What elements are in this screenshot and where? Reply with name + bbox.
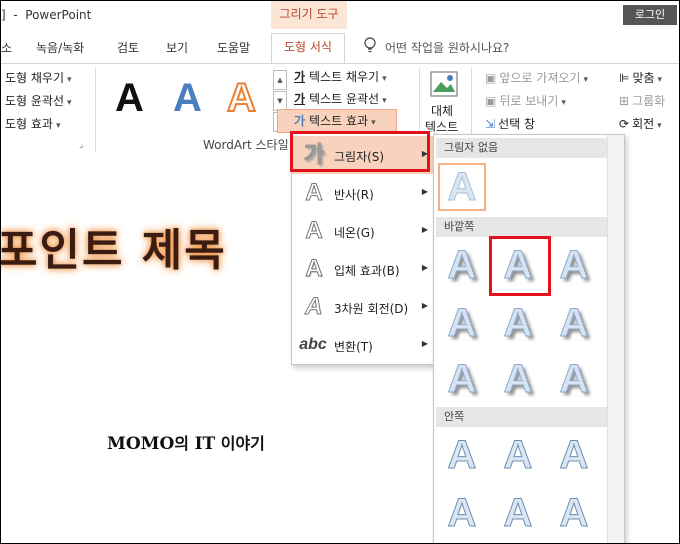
gallery-scroll-down[interactable]: ▼ [273, 91, 287, 111]
shape-effects-button[interactable]: 도형 효과 ▾ [5, 115, 61, 132]
shadow-outer-option[interactable]: A [496, 301, 540, 346]
3d-rotation-icon: A [303, 293, 326, 321]
menu-item-transform[interactable]: abc 변환(T) ▶ [292, 326, 434, 364]
rotate-button[interactable]: ⟳ 회전 ▾ [619, 115, 662, 132]
submenu-arrow-icon: ▶ [421, 187, 428, 196]
group-divider [95, 68, 96, 152]
annotation-highlight-outer-shadow [489, 236, 551, 296]
align-icon: ⊫ [619, 71, 630, 85]
menu-item-bevel[interactable]: A 입체 효과(B) ▶ [292, 250, 434, 288]
subtitle-it: IT [194, 434, 216, 454]
powerpoint-window: ] - PowerPoint 그리기 도구 로그인 소 녹음/녹화 검토 보기 … [0, 0, 680, 544]
window-title: ] - PowerPoint [1, 8, 92, 22]
shadow-inner-option[interactable]: A [552, 491, 596, 536]
subtitle-text-1: 의 [174, 434, 195, 453]
tab-help[interactable]: 도움말 [217, 39, 250, 56]
chevron-down-icon: ▾ [371, 118, 376, 128]
tell-me-search[interactable]: 어떤 작업을 원하시나요? [385, 39, 509, 56]
login-button[interactable]: 로그인 [623, 5, 677, 25]
tab-view[interactable]: 보기 [166, 39, 188, 56]
submenu-arrow-icon: ▶ [421, 263, 428, 272]
subtitle-text-2: 이야기 [215, 434, 265, 453]
menu-item-reflection[interactable]: A 반사(R) ▶ [292, 174, 434, 212]
alt-text-line1[interactable]: 대체 [431, 102, 453, 119]
gallery-scrollbar[interactable] [607, 135, 624, 543]
shadow-outer-option[interactable]: A [440, 243, 484, 288]
chevron-down-icon: ▾ [67, 75, 72, 85]
shape-outline-button[interactable]: 도형 윤곽선 ▾ [5, 92, 72, 109]
group-button[interactable]: ⊞ 그룹화 [619, 92, 665, 109]
align-button[interactable]: ⊫ 맞춤 ▾ [619, 69, 662, 86]
shadow-inner-option[interactable]: A [440, 491, 484, 536]
tab-shape-format[interactable]: 도형 서식 [271, 33, 345, 64]
text-outline-button[interactable]: 가 텍스트 윤곽선 ▾ [294, 90, 387, 107]
text-effect-icon: 가 [294, 114, 306, 128]
text-outline-icon: 가 [294, 92, 306, 106]
bevel-icon: A [305, 255, 323, 282]
alt-text-icon [430, 71, 458, 97]
bring-forward-button[interactable]: ▣ 앞으로 가져오기 ▾ [485, 69, 588, 86]
tab-recording[interactable]: 녹음/녹화 [36, 39, 84, 56]
dialog-launcher-icon[interactable]: ⌟ [79, 140, 93, 154]
shadow-inner-option[interactable]: A [552, 433, 596, 478]
shadow-outer-option[interactable]: A [552, 301, 596, 346]
selection-pane-button[interactable]: ⇲ 선택 창 [485, 115, 535, 132]
shadow-gallery: 그림자 없음 A 바깥쪽 A A A A A A A A A 안쪽 A A A … [433, 134, 625, 543]
drawing-tools-context-header: 그리기 도구 [271, 1, 347, 29]
chevron-down-icon: ▾ [67, 98, 72, 108]
shadow-outer-option[interactable]: A [440, 301, 484, 346]
menu-item-glow[interactable]: A 네온(G) ▶ [292, 212, 434, 250]
wordart-style-blue[interactable]: A [173, 76, 202, 121]
chevron-down-icon: ▾ [55, 121, 61, 131]
shadow-inner-option[interactable]: A [496, 491, 540, 536]
shadow-inner-option[interactable]: A [496, 433, 540, 478]
chevron-down-icon: ▾ [382, 74, 387, 84]
glow-icon: A [305, 217, 323, 244]
transform-icon: abc [299, 336, 327, 353]
subtitle-brand: MOMO [107, 434, 175, 454]
wordart-style-black[interactable]: A [115, 76, 144, 121]
gallery-scroll-up[interactable]: ▲ [273, 70, 287, 90]
shadow-inner-option[interactable]: A [440, 433, 484, 478]
shadow-none-option[interactable]: A [438, 163, 486, 211]
lightbulb-icon [364, 37, 376, 53]
rotate-icon: ⟳ [619, 117, 630, 131]
menu-item-3d-rotation[interactable]: A 3차원 회전(D) ▶ [292, 288, 434, 326]
submenu-arrow-icon: ▶ [421, 301, 428, 310]
slide-subtitle[interactable]: MOMO의 IT 이야기 [107, 430, 265, 454]
title-bar: ] - PowerPoint 그리기 도구 로그인 [1, 1, 679, 29]
group-icon: ⊞ [619, 94, 630, 108]
section-inner: 안쪽 [436, 407, 612, 427]
shadow-outer-option[interactable]: A [552, 243, 596, 288]
submenu-arrow-icon: ▶ [421, 339, 428, 348]
section-outer: 바깥쪽 [436, 217, 612, 237]
text-effect-button[interactable]: 가 텍스트 효과 ▾ [294, 112, 376, 129]
text-fill-button[interactable]: 가 텍스트 채우기 ▾ [294, 68, 387, 85]
annotation-highlight-shadow-menu [290, 131, 430, 172]
wordart-group-label: WordArt 스타일 [203, 138, 289, 152]
reflection-icon: A [305, 179, 323, 206]
tab-review[interactable]: 검토 [117, 39, 139, 56]
wordart-style-orange-outline[interactable]: A [226, 75, 257, 121]
shadow-outer-option[interactable]: A [552, 357, 596, 402]
send-backward-button[interactable]: ▣ 뒤로 보내기 ▾ [485, 92, 566, 109]
text-fill-icon: 가 [294, 70, 306, 84]
chevron-down-icon: ▾ [382, 96, 387, 106]
tab-partial[interactable]: 소 [1, 39, 12, 56]
selection-pane-icon: ⇲ [485, 117, 496, 131]
shadow-outer-option[interactable]: A [496, 357, 540, 402]
submenu-arrow-icon: ▶ [421, 225, 428, 234]
slide-title[interactable]: 포인트 제목 [1, 214, 227, 278]
ribbon-tabs: 소 녹음/녹화 검토 보기 도움말 도형 서식 어떤 작업을 원하시나요? [1, 29, 679, 64]
shape-fill-button[interactable]: 도형 채우기 ▾ [5, 69, 72, 86]
section-no-shadow: 그림자 없음 [436, 138, 612, 158]
shadow-outer-option[interactable]: A [440, 357, 484, 402]
